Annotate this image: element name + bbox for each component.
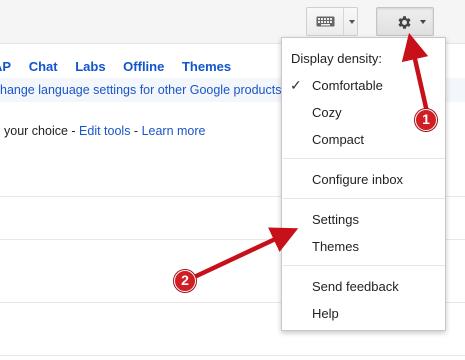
arrow-1	[401, 32, 430, 115]
annotation-arrows	[187, 32, 430, 282]
annotation-badge-2: 2	[174, 270, 196, 292]
annotation-badge-1: 1	[415, 109, 437, 131]
arrow-2	[187, 227, 299, 282]
